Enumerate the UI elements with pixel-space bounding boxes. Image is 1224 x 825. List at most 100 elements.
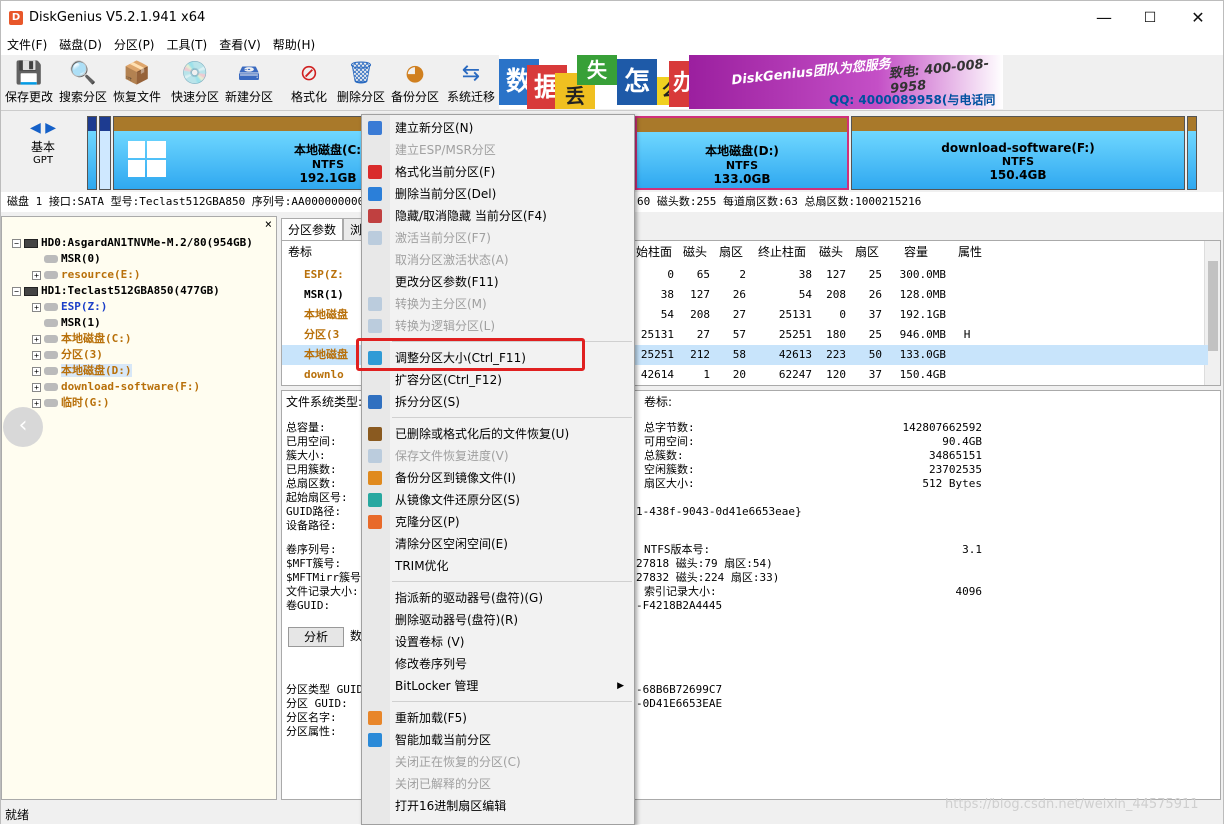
expand-icon[interactable]: − (12, 286, 21, 296)
menu-item[interactable]: 磁盘(D) (53, 35, 108, 55)
menu-item[interactable]: 文件(F) (1, 35, 53, 55)
expand-icon[interactable]: + (32, 334, 41, 344)
tab-partition-params[interactable]: 分区参数 (281, 218, 344, 240)
menu-item[interactable]: 分区(P) (108, 35, 161, 55)
menu-item[interactable]: 已删除或格式化后的文件恢复(U) (362, 423, 634, 445)
menu-item[interactable]: 格式化当前分区(F) (362, 161, 634, 183)
menu-item[interactable]: 隐藏/取消隐藏 当前分区(F4) (362, 205, 634, 227)
menu-item-label: 扩容分区(Ctrl_F12) (395, 373, 502, 387)
tree-node[interactable]: + 分区(3) (32, 347, 103, 363)
partition-block-c[interactable]: 本地磁盘(C:) NTFS 192.1GB (113, 116, 367, 190)
menu-item[interactable]: 指派新的驱动器号(盘符)(G) (362, 587, 634, 609)
tree-node[interactable]: + 临时(G:) (32, 395, 110, 411)
menu-item-icon (368, 209, 382, 223)
column-header[interactable]: 扇区 (716, 241, 746, 263)
menu-item-icon (368, 449, 382, 463)
close-button[interactable]: ✕ (1175, 1, 1221, 35)
chevron-left-icon[interactable]: ‹ (3, 407, 43, 447)
menu-item[interactable]: 设置卷标 (V) (362, 631, 634, 653)
menu-item[interactable]: 帮助(H) (267, 35, 321, 55)
partition-block-msr[interactable] (99, 116, 111, 190)
menu-item-label: 建立新分区(N) (395, 121, 474, 135)
menu-item[interactable]: 更改分区参数(F11) (362, 271, 634, 293)
menu-item[interactable]: 修改卷序列号 (362, 653, 634, 675)
partition-block-f[interactable]: download-software(F:) NTFS 150.4GB (851, 116, 1185, 190)
row-name: MSR(1) (304, 288, 344, 301)
expand-icon[interactable]: − (12, 238, 21, 248)
tree-node[interactable]: − HD0:AsgardAN1TNVMe-M.2/80(954GB) (12, 235, 253, 251)
close-icon[interactable]: × (265, 217, 272, 231)
column-header[interactable]: 终止柱面 (752, 241, 812, 263)
column-header[interactable]: 卷标 (288, 241, 328, 263)
toolbar-button-9[interactable]: ⇆ 系统迁移 (445, 57, 497, 109)
tree-node[interactable]: + resource(E:) (32, 267, 140, 283)
menu-item[interactable]: 拆分分区(S) (362, 391, 634, 413)
menu-item[interactable]: 调整分区大小(Ctrl_F11) (362, 347, 634, 369)
menu-item[interactable]: 删除当前分区(Del) (362, 183, 634, 205)
menu-item[interactable]: 清除分区空闲空间(E) (362, 533, 634, 555)
table-cell: 57 (732, 328, 746, 341)
menu-item-label: 关闭已解释的分区 (395, 777, 492, 791)
expand-icon[interactable] (32, 255, 41, 264)
menu-item[interactable]: 工具(T) (161, 35, 214, 55)
toolbar-button-4[interactable]: 💿 快速分区 (169, 57, 221, 109)
partition-block-esp[interactable] (87, 116, 97, 190)
tree-node[interactable]: + 本地磁盘(D:) (32, 363, 132, 379)
toolbar-button-3[interactable]: 📦 恢复文件 (111, 57, 163, 109)
menu-item[interactable]: TRIM优化 (362, 555, 634, 577)
tree-node[interactable]: + 本地磁盘(C:) (32, 331, 132, 347)
partition-block-d[interactable]: 本地磁盘(D:) NTFS 133.0GB (635, 116, 849, 190)
tree-node[interactable]: − HD1:Teclast512GBA850(477GB) (12, 283, 220, 299)
menu-item[interactable]: 重新加载(F5) (362, 707, 634, 729)
tree-node[interactable]: + download-software(F:) (32, 379, 200, 395)
column-header[interactable]: 属性 (952, 241, 988, 263)
column-header[interactable]: 容量 (886, 241, 946, 263)
expand-icon[interactable]: + (32, 302, 41, 312)
column-header[interactable]: 磁头 (680, 241, 710, 263)
column-header[interactable]: 扇区 (852, 241, 882, 263)
menu-item[interactable]: 建立新分区(N) (362, 117, 634, 139)
toolbar-button-8[interactable]: ◕ 备份分区 (389, 57, 441, 109)
tree-node[interactable]: MSR(1) (32, 315, 101, 331)
app-window: D DiskGenius V5.2.1.941 x64 — ☐ ✕ 文件(F) 磁… (0, 0, 1224, 825)
detail-label: 总扇区数: (286, 477, 337, 490)
menu-item[interactable]: 扩容分区(Ctrl_F12) (362, 369, 634, 391)
partition-block-g[interactable] (1187, 116, 1197, 190)
minimize-button[interactable]: — (1081, 1, 1127, 35)
column-header[interactable]: 始柱面 (634, 241, 674, 263)
menu-item[interactable]: 删除驱动器号(盘符)(R) (362, 609, 634, 631)
menu-item[interactable]: 打开16进制扇区编辑 (362, 795, 634, 817)
column-header[interactable]: 磁头 (816, 241, 846, 263)
menu-item[interactable]: 智能加载当前分区 (362, 729, 634, 751)
table-cell: 26 (732, 288, 746, 301)
ad-banner[interactable]: 数 据 丢 失 怎 么 办 DiskGenius团队为您服务 致电: 400-0… (499, 55, 1003, 109)
tree-label: HD0:AsgardAN1TNVMe-M.2/80(954GB) (41, 236, 253, 249)
analyze-button[interactable]: 分析 (288, 627, 344, 647)
toolbar-button-2[interactable]: 🔍 搜索分区 (57, 57, 109, 109)
toolbar-button-1[interactable]: 💾 保存更改 (3, 57, 55, 109)
toolbar-button-7[interactable]: 🗑 删除分区 (335, 57, 387, 109)
banner-char: 怎 (617, 59, 657, 105)
detail-label: 分区 GUID: (286, 697, 348, 710)
toolbar-button-5[interactable]: 🖴 新建分区 (223, 57, 275, 109)
menu-item[interactable]: 从镜像文件还原分区(S) (362, 489, 634, 511)
menu-item[interactable]: 克隆分区(P) (362, 511, 634, 533)
menu-item[interactable]: 备份分区到镜像文件(I) (362, 467, 634, 489)
expand-icon[interactable]: + (32, 270, 41, 280)
menu-item-label: 取消分区激活状态(A) (395, 253, 509, 267)
expand-icon[interactable]: + (32, 382, 41, 392)
menu-item[interactable]: BitLocker 管理 ▶ (362, 675, 634, 697)
toolbar-button-6[interactable]: ⊘ 格式化 (283, 57, 335, 109)
fs-type-label: 文件系统类型: (286, 395, 363, 409)
maximize-button[interactable]: ☐ (1127, 1, 1173, 35)
tree-node[interactable]: + ESP(Z:) (32, 299, 107, 315)
menu-item[interactable]: 查看(V) (213, 35, 267, 55)
tree-node[interactable]: MSR(0) (32, 251, 101, 267)
menu-item-label: 隐藏/取消隐藏 当前分区(F4) (395, 209, 547, 223)
menu-separator (392, 417, 632, 418)
disk-nav-arrows[interactable]: ◀ ▶ (1, 120, 85, 136)
expand-icon[interactable] (32, 319, 41, 328)
expand-icon[interactable]: + (32, 366, 41, 376)
expand-icon[interactable]: + (32, 398, 41, 408)
expand-icon[interactable]: + (32, 350, 41, 360)
